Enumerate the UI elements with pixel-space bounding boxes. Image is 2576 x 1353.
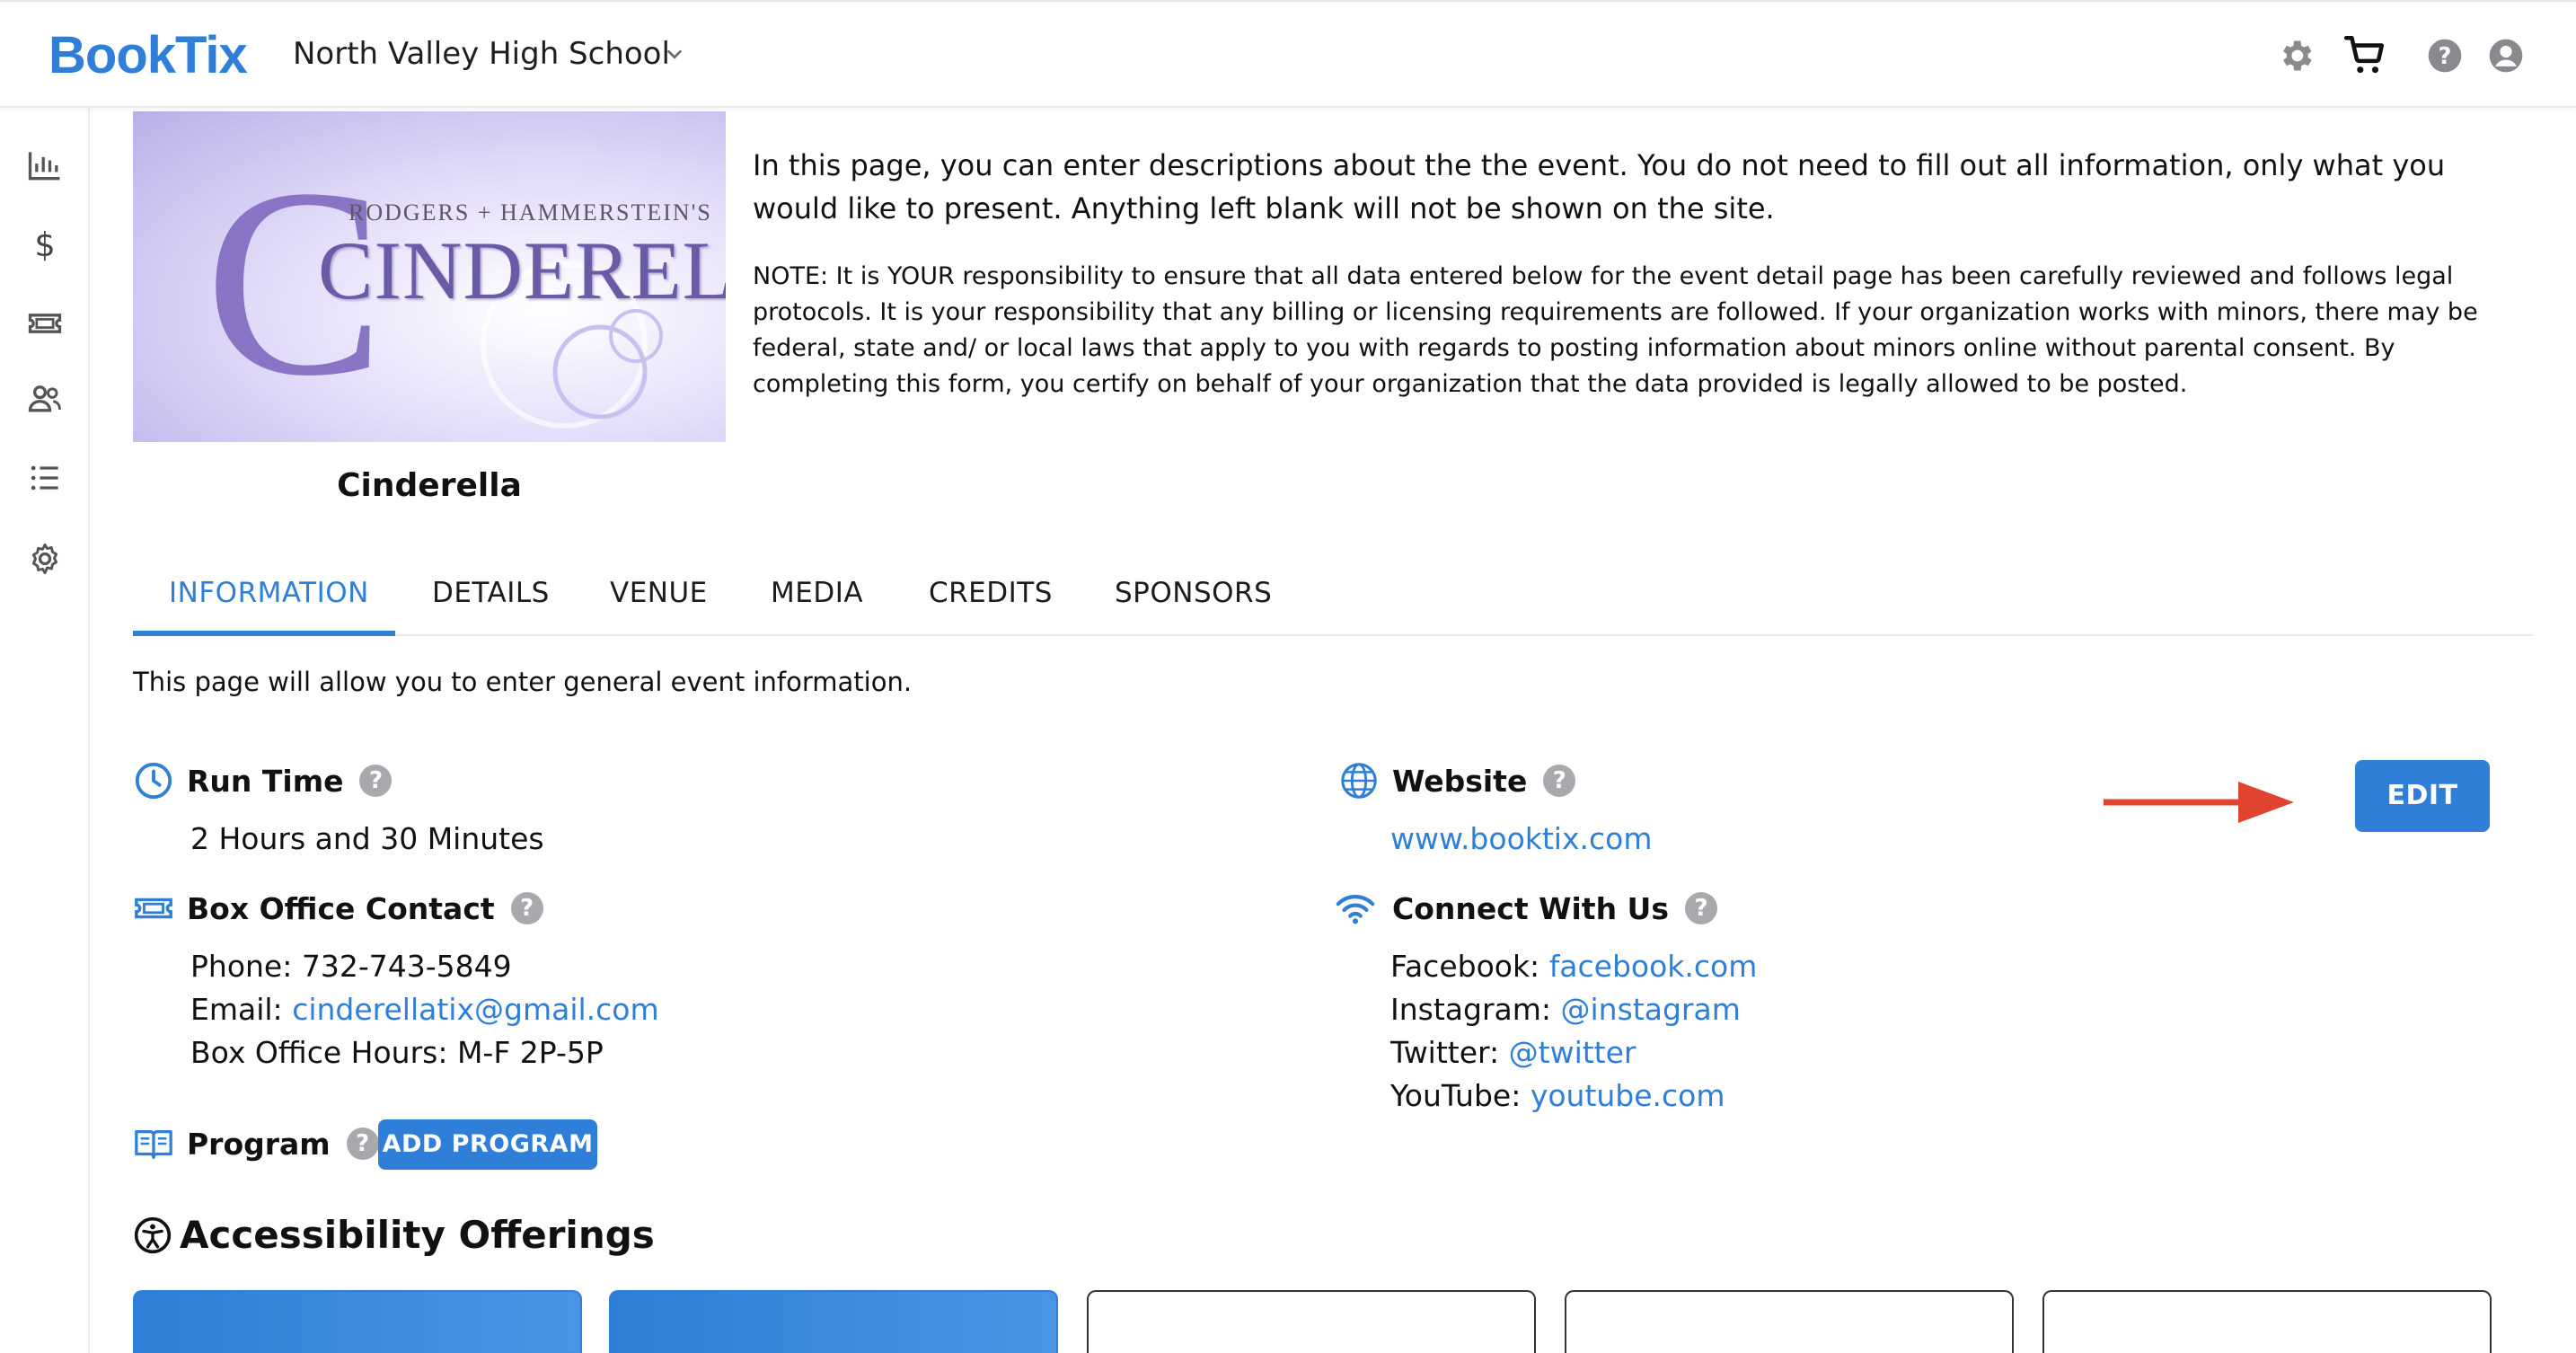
top-bar: BookTix North Valley High School ? <box>0 0 2576 108</box>
accessibility-title: Accessibility Offerings <box>180 1213 655 1257</box>
program-label: Program <box>187 1126 331 1162</box>
list-icon[interactable] <box>25 458 65 498</box>
gear-icon[interactable] <box>25 539 65 579</box>
tab-sponsors[interactable]: SPONSORS <box>1115 577 1272 609</box>
help-icon[interactable]: ? <box>510 892 543 924</box>
hours-value: M-F 2P-5P <box>456 1035 604 1070</box>
accessibility-card[interactable] <box>1087 1290 1536 1353</box>
sidebar: $ <box>0 108 90 1353</box>
box-office-label: Box Office Contact <box>187 890 495 926</box>
phone-value: 732-743-5849 <box>301 949 512 984</box>
run-time-label: Run Time <box>187 763 344 799</box>
accessibility-card[interactable] <box>609 1290 1058 1353</box>
youtube-row: YouTube: youtube.com <box>1390 1078 1725 1113</box>
edit-button[interactable]: EDIT <box>2355 760 2490 832</box>
booktix-logo[interactable]: BookTix <box>49 25 248 85</box>
help-icon[interactable]: ? <box>346 1128 379 1160</box>
tab-bar: INFORMATION DETAILS VENUE MEDIA CREDITS … <box>133 566 2533 636</box>
globe-icon <box>1341 763 1377 799</box>
help-icon[interactable]: ? <box>1685 892 1717 924</box>
facebook-row: Facebook: facebook.com <box>1390 949 1757 984</box>
instagram-label: Instagram: <box>1390 992 1552 1027</box>
youtube-link[interactable]: youtube.com <box>1531 1078 1725 1113</box>
hours-label: Box Office Hours: <box>190 1035 448 1070</box>
help-icon[interactable]: ? <box>1543 765 1576 797</box>
twitter-label: Twitter: <box>1390 1035 1500 1070</box>
facebook-label: Facebook: <box>1390 949 1540 984</box>
helper-text: This page will allow you to enter genera… <box>133 667 913 697</box>
connect-heading: Connect With Us ? <box>1331 888 1717 929</box>
help-icon[interactable]: ? <box>2425 36 2465 75</box>
box-office-email: Email: cinderellatix@gmail.com <box>190 992 659 1027</box>
twitter-link[interactable]: @twitter <box>1509 1035 1636 1070</box>
email-label: Email: <box>190 992 283 1027</box>
accessibility-heading: Accessibility Offerings <box>133 1213 655 1257</box>
event-name: Cinderella <box>337 467 522 504</box>
svg-text:?: ? <box>2439 43 2452 70</box>
intro-text: In this page, you can enter descriptions… <box>753 148 2446 226</box>
tab-venue[interactable]: VENUE <box>610 577 708 609</box>
youtube-label: YouTube: <box>1390 1078 1522 1113</box>
accessibility-card[interactable] <box>1565 1290 2014 1353</box>
email-link[interactable]: cinderellatix@gmail.com <box>292 992 658 1027</box>
box-office-hours: Box Office Hours: M-F 2P-5P <box>190 1035 604 1070</box>
facebook-link[interactable]: facebook.com <box>1549 949 1758 984</box>
organization-selector[interactable]: North Valley High School <box>293 36 670 72</box>
svg-text:$: $ <box>34 226 55 264</box>
tab-details[interactable]: DETAILS <box>432 577 550 609</box>
bar-chart-icon[interactable] <box>25 146 65 185</box>
tab-media[interactable]: MEDIA <box>771 577 863 609</box>
phone-label: Phone: <box>190 949 293 984</box>
dollar-icon[interactable]: $ <box>25 225 65 264</box>
instagram-link[interactable]: @instagram <box>1561 992 1741 1027</box>
accessibility-card[interactable] <box>133 1290 582 1353</box>
book-icon <box>135 1129 172 1159</box>
event-poster-image: C RODGERS + HAMMERSTEIN'S CINDERELLA <box>133 111 726 442</box>
website-link[interactable]: www.booktix.com <box>1390 821 1652 856</box>
box-office-heading: Box Office Contact ? <box>133 888 543 929</box>
ticket-icon <box>135 898 172 919</box>
accessibility-card[interactable] <box>2042 1290 2492 1353</box>
clock-icon <box>135 762 172 800</box>
poster-title: CINDERELLA <box>318 225 726 316</box>
add-program-button[interactable]: ADD PROGRAM <box>378 1119 597 1170</box>
website-label: Website <box>1392 763 1528 799</box>
chevron-down-icon[interactable] <box>665 45 684 65</box>
cart-icon[interactable] <box>2342 32 2387 77</box>
tab-information[interactable]: INFORMATION <box>169 577 369 609</box>
box-office-phone: Phone: 732-743-5849 <box>190 949 512 984</box>
gear-icon[interactable] <box>2276 36 2316 75</box>
accessibility-icon <box>134 1216 172 1253</box>
tab-credits[interactable]: CREDITS <box>929 577 1053 609</box>
help-icon[interactable]: ? <box>359 765 393 797</box>
run-time-heading: Run Time ? <box>133 760 393 801</box>
twitter-row: Twitter: @twitter <box>1390 1035 1636 1070</box>
users-icon[interactable] <box>25 379 65 419</box>
program-heading: Program ? <box>133 1123 379 1164</box>
red-arrow-annotation <box>2104 782 2294 823</box>
account-icon[interactable] <box>2486 36 2526 75</box>
wifi-icon <box>1336 895 1375 924</box>
legal-note: NOTE: It is YOUR responsibility to ensur… <box>753 262 2478 398</box>
connect-label: Connect With Us <box>1392 890 1669 926</box>
active-tab-indicator <box>133 631 395 636</box>
website-heading: Website ? <box>1338 760 1576 801</box>
instagram-row: Instagram: @instagram <box>1390 992 1741 1027</box>
run-time-value: 2 Hours and 30 Minutes <box>190 821 544 856</box>
ticket-icon[interactable] <box>25 304 65 343</box>
